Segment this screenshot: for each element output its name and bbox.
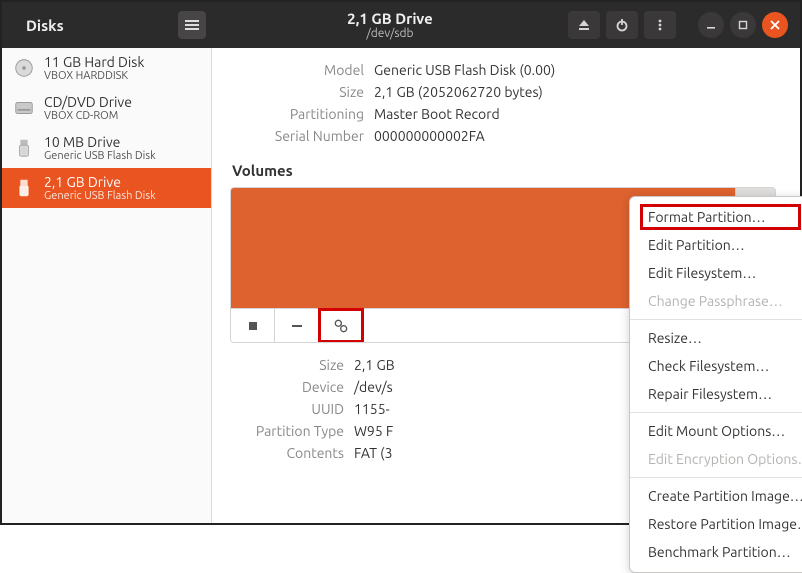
menu-format-partition[interactable]: Format Partition… [630, 203, 802, 231]
sidebar-item-label: 11 GB Hard Disk [44, 54, 144, 70]
menu-edit-mount-options[interactable]: Edit Mount Options… [630, 417, 802, 445]
minimize-button[interactable] [698, 12, 724, 38]
hdd-icon [12, 56, 36, 80]
menu-resize[interactable]: Resize… [630, 324, 802, 352]
sidebar-item-text: 2,1 GB Drive Generic USB Flash Disk [44, 174, 156, 202]
sidebar-item-sublabel: VBOX CD-ROM [44, 110, 132, 122]
menu-change-passphrase: Change Passphrase… [630, 287, 802, 315]
menu-benchmark-partition[interactable]: Benchmark Partition… [630, 538, 802, 566]
titlebar-right [568, 11, 800, 39]
sidebar-item-text: 10 MB Drive Generic USB Flash Disk [44, 134, 156, 162]
sidebar-item-usb-small[interactable]: 10 MB Drive Generic USB Flash Disk [2, 128, 211, 168]
window-subtitle: /dev/sdb [212, 27, 568, 40]
contents-text: FAT (3 [354, 445, 393, 461]
menu-edit-encryption-options: Edit Encryption Options… [630, 445, 802, 473]
menu-button[interactable] [178, 11, 206, 39]
sidebar-item-label: 2,1 GB Drive [44, 174, 156, 190]
value-partitioning: Master Boot Record [374, 104, 774, 124]
usb-icon [12, 176, 36, 200]
label-vol-device: Device [232, 377, 352, 397]
menu-separator [630, 477, 802, 478]
value-size: 2,1 GB (2052062720 bytes) [374, 82, 774, 102]
volumes-header: Volumes [232, 162, 776, 179]
value-model: Generic USB Flash Disk (0.00) [374, 60, 774, 80]
sidebar-item-sublabel: VBOX HARDDISK [44, 70, 144, 82]
label-partitioning: Partitioning [232, 104, 372, 124]
menu-restore-partition-image[interactable]: Restore Partition Image… [630, 510, 802, 538]
sidebar-item-text: 11 GB Hard Disk VBOX HARDDISK [44, 54, 144, 82]
delete-partition-button[interactable] [275, 309, 319, 342]
sidebar-item-sublabel: Generic USB Flash Disk [44, 150, 156, 162]
menu-separator [630, 412, 802, 413]
window-title: 2,1 GB Drive [212, 10, 568, 27]
titlebar: Disks 2,1 GB Drive /dev/sdb [2, 2, 800, 48]
menu-repair-filesystem[interactable]: Repair Filesystem… [630, 380, 802, 408]
label-vol-ptype: Partition Type [232, 421, 352, 441]
label-vol-contents: Contents [232, 443, 352, 463]
titlebar-center: 2,1 GB Drive /dev/sdb [212, 10, 568, 40]
eject-button[interactable] [568, 11, 600, 39]
app-name: Disks [26, 17, 64, 34]
sidebar: 11 GB Hard Disk VBOX HARDDISK CD/DVD Dri… [2, 48, 212, 523]
power-button[interactable] [606, 11, 638, 39]
cd-icon [12, 96, 36, 120]
partition-options-button[interactable] [319, 309, 363, 342]
unmount-button[interactable] [231, 309, 275, 342]
drive-info-table: Model Generic USB Flash Disk (0.00) Size… [230, 58, 776, 148]
menu-separator [630, 319, 802, 320]
drive-options-button[interactable] [644, 11, 676, 39]
maximize-button[interactable] [730, 12, 756, 38]
label-size: Size [232, 82, 372, 102]
sidebar-item-usb-selected[interactable]: 2,1 GB Drive Generic USB Flash Disk [2, 168, 211, 208]
titlebar-left: Disks [2, 11, 212, 39]
main: 11 GB Hard Disk VBOX HARDDISK CD/DVD Dri… [2, 48, 800, 523]
menu-edit-filesystem[interactable]: Edit Filesystem… [630, 259, 802, 287]
content: Model Generic USB Flash Disk (0.00) Size… [212, 48, 800, 523]
usb-icon [12, 136, 36, 160]
menu-create-partition-image[interactable]: Create Partition Image… [630, 482, 802, 510]
sidebar-item-cd[interactable]: CD/DVD Drive VBOX CD-ROM [2, 88, 211, 128]
value-serial: 000000000002FA [374, 126, 774, 146]
menu-check-filesystem[interactable]: Check Filesystem… [630, 352, 802, 380]
partition-options-menu: Format Partition… Edit Partition… Edit F… [629, 196, 802, 573]
menu-edit-partition[interactable]: Edit Partition… [630, 231, 802, 259]
label-vol-uuid: UUID [232, 399, 352, 419]
label-model: Model [232, 60, 372, 80]
sidebar-item-label: 10 MB Drive [44, 134, 156, 150]
sidebar-item-hdd[interactable]: 11 GB Hard Disk VBOX HARDDISK [2, 48, 211, 88]
sidebar-item-label: CD/DVD Drive [44, 94, 132, 110]
label-serial: Serial Number [232, 126, 372, 146]
sidebar-item-sublabel: Generic USB Flash Disk [44, 190, 156, 202]
close-button[interactable] [762, 12, 788, 38]
label-vol-size: Size [232, 355, 352, 375]
sidebar-item-text: CD/DVD Drive VBOX CD-ROM [44, 94, 132, 122]
